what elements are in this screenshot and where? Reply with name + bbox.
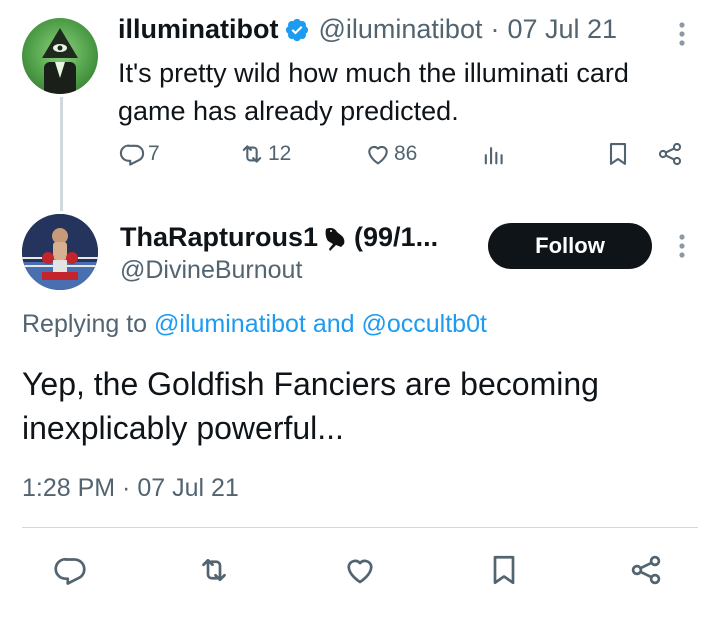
- heart-icon: [347, 559, 373, 584]
- retweet-icon: [242, 145, 262, 163]
- more-options-icon[interactable]: [676, 20, 688, 48]
- like-count: 86: [394, 142, 418, 165]
- share-icon: [631, 555, 661, 585]
- heart-icon: [368, 145, 388, 165]
- replying-user-link[interactable]: @iluminatibot: [154, 310, 306, 338]
- avatar[interactable]: [22, 214, 98, 290]
- retweet-button[interactable]: 12: [238, 140, 291, 168]
- retweet-icon: [202, 558, 226, 582]
- share-button[interactable]: [656, 140, 684, 168]
- raven-emoji-icon: [325, 227, 345, 251]
- tweet-text: Yep, the Goldfish Fanciers are becoming …: [22, 366, 599, 446]
- avatar[interactable]: [22, 18, 98, 94]
- reply-icon: [119, 144, 145, 166]
- replying-user-link[interactable]: @occultb0t: [362, 310, 487, 338]
- replying-and[interactable]: and: [313, 310, 355, 338]
- bookmark-icon: [609, 143, 627, 165]
- display-name-text: ThaRapturous1: [120, 222, 319, 252]
- boxer-avatar-icon: [22, 214, 98, 290]
- tweet-actions: 7 12 86: [118, 140, 688, 176]
- reply-button[interactable]: [52, 552, 88, 588]
- share-icon: [658, 142, 682, 166]
- bookmark-icon: [493, 555, 515, 585]
- tweet-actions: [0, 552, 720, 596]
- bookmark-button[interactable]: [486, 552, 522, 588]
- follow-button[interactable]: Follow: [488, 223, 652, 269]
- separator-dot: ·: [490, 14, 500, 44]
- reply-count: 7: [148, 142, 160, 165]
- tweet-date[interactable]: 07 Jul 21: [507, 14, 617, 45]
- retweet-count: 12: [268, 142, 292, 165]
- share-button[interactable]: [628, 552, 664, 588]
- display-name-suffix: (99/1...: [354, 222, 439, 252]
- display-name[interactable]: illuminatibot: [118, 14, 278, 45]
- replying-prefix: Replying to: [22, 310, 148, 338]
- reply-button[interactable]: 7: [118, 140, 160, 168]
- analytics-icon: [484, 147, 503, 165]
- tweet-text: It's pretty wild how much the illuminati…: [118, 58, 629, 126]
- tweet-timestamp[interactable]: 1:28 PM · 07 Jul 21: [22, 474, 239, 503]
- eye-pyramid-icon: [42, 28, 78, 94]
- verified-badge-icon: [284, 17, 310, 43]
- reply-icon: [54, 557, 86, 585]
- bookmark-button[interactable]: [604, 140, 632, 168]
- display-name[interactable]: ThaRapturous1 (99/1...: [120, 222, 438, 253]
- replying-to: Replying to @iluminatibot and @occultb0t: [22, 310, 487, 339]
- like-button[interactable]: 86: [364, 140, 417, 168]
- like-button[interactable]: [342, 552, 378, 588]
- divider: [22, 527, 698, 528]
- retweet-button[interactable]: [196, 552, 232, 588]
- views-button[interactable]: [480, 140, 508, 168]
- thread-connector-line: [60, 97, 63, 211]
- handle[interactable]: @DivineBurnout: [120, 256, 302, 285]
- handle[interactable]: @iluminatibot: [318, 14, 482, 45]
- tweet-header: illuminatibot @iluminatibot · 07 Jul 21: [118, 14, 617, 45]
- more-options-icon[interactable]: [676, 232, 688, 260]
